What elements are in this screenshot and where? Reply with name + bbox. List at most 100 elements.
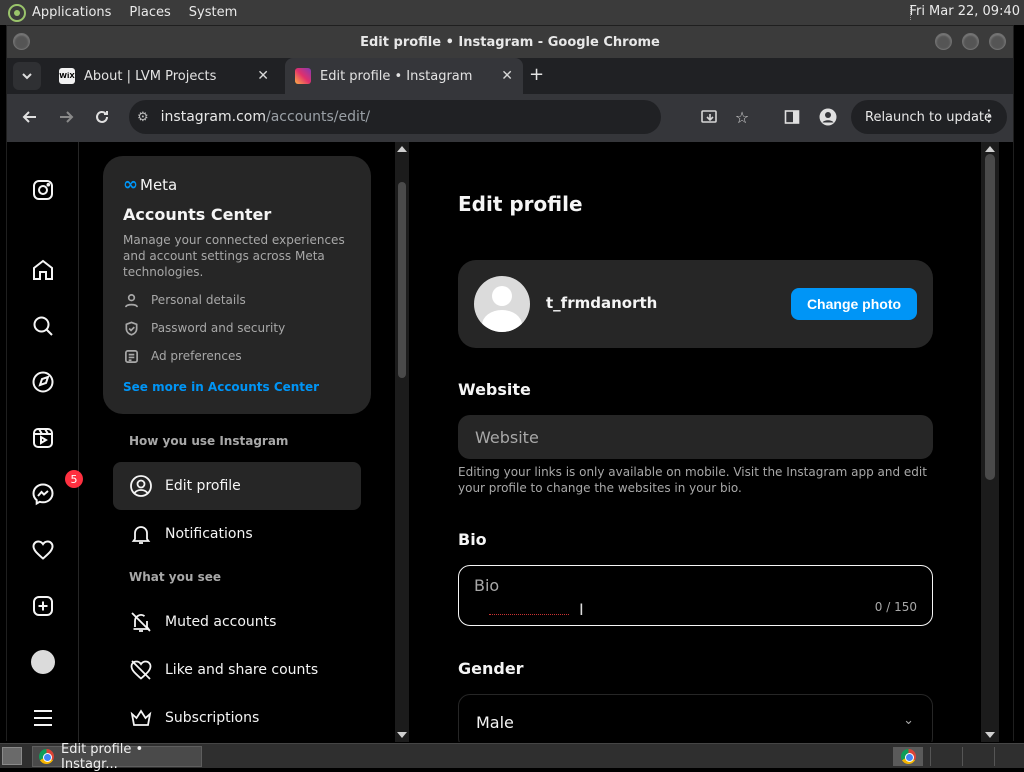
- instagram-logo-icon[interactable]: [29, 176, 57, 204]
- bio-label: Bio: [458, 530, 487, 549]
- menu-muted-accounts[interactable]: Muted accounts: [113, 598, 361, 646]
- password-security-item[interactable]: Password and security: [123, 320, 351, 336]
- window-title: Edit profile • Instagram - Google Chrome: [360, 34, 660, 50]
- tab-edit-profile[interactable]: Edit profile • Instagram ✕: [285, 58, 523, 94]
- page-viewport: 5 ∞ Meta Accounts Center Manage your con…: [7, 142, 1013, 742]
- url-host: instagram.com: [160, 109, 266, 125]
- forward-icon[interactable]: [55, 106, 77, 128]
- explore-icon[interactable]: [29, 368, 57, 396]
- ad-icon: [123, 348, 139, 364]
- back-icon[interactable]: [19, 106, 41, 128]
- settings-scrollbar[interactable]: [395, 142, 409, 742]
- instagram-icon: [295, 68, 311, 84]
- relaunch-label: Relaunch to update: [865, 109, 993, 125]
- page-scrollbar[interactable]: [981, 142, 999, 742]
- website-input[interactable]: [458, 415, 933, 459]
- tab-title: Edit profile • Instagram: [320, 68, 473, 84]
- distro-logo-icon[interactable]: [8, 3, 26, 22]
- spellcheck-underline: [489, 614, 569, 615]
- bio-char-count: 0 / 150: [874, 600, 917, 614]
- chevron-down-icon: ⌄: [903, 713, 914, 728]
- workspace-1[interactable]: [930, 747, 960, 766]
- accounts-center-description: Manage your connected experiences and ac…: [123, 233, 345, 279]
- scroll-up-arrow-icon[interactable]: [397, 146, 407, 152]
- home-icon[interactable]: [29, 256, 57, 284]
- bookmark-star-icon[interactable]: ☆: [731, 106, 753, 128]
- shield-icon: [123, 320, 139, 336]
- change-photo-button[interactable]: Change photo: [791, 288, 917, 320]
- close-window-button[interactable]: [989, 33, 1006, 50]
- bio-textarea[interactable]: Bio I 0 / 150: [458, 565, 933, 626]
- accounts-center-title: Accounts Center: [123, 205, 272, 224]
- gender-label: Gender: [458, 659, 524, 678]
- close-tab-icon[interactable]: ✕: [257, 68, 269, 84]
- messenger-icon[interactable]: 5: [29, 470, 83, 508]
- gender-select[interactable]: Male ⌄: [458, 694, 933, 742]
- chevron-down-icon: [22, 73, 32, 80]
- relaunch-button[interactable]: Relaunch to update ⋮: [851, 100, 1007, 134]
- gender-value: Male: [476, 713, 514, 732]
- wix-icon: WiX: [59, 68, 75, 84]
- tab-strip: WiX About | LVM Projects ✕ Edit profile …: [7, 58, 1013, 94]
- scroll-down-arrow-icon[interactable]: [397, 732, 407, 738]
- menu-system[interactable]: System: [189, 5, 237, 20]
- menu-applications[interactable]: Applications: [32, 5, 111, 20]
- menu-edit-profile[interactable]: Edit profile: [113, 462, 361, 510]
- reels-icon[interactable]: [29, 424, 57, 452]
- create-icon[interactable]: [29, 592, 57, 620]
- workspace-3[interactable]: [994, 747, 1024, 766]
- kebab-menu-icon[interactable]: ⋮: [981, 106, 997, 125]
- heart-off-icon: [130, 660, 152, 680]
- minimize-button[interactable]: [935, 33, 952, 50]
- chrome-icon: [39, 749, 54, 764]
- accounts-center-card[interactable]: ∞ Meta Accounts Center Manage your conne…: [103, 156, 371, 414]
- tab-about-lvm[interactable]: WiX About | LVM Projects ✕: [49, 58, 279, 94]
- new-tab-icon[interactable]: +: [529, 64, 544, 85]
- taskbar-chrome-window[interactable]: Edit profile • Instagr...: [32, 742, 202, 772]
- settings-sidebar: ∞ Meta Accounts Center Manage your conne…: [80, 142, 394, 742]
- window-menu-button[interactable]: [13, 33, 30, 50]
- personal-details-item[interactable]: Personal details: [123, 292, 351, 308]
- maximize-button[interactable]: [962, 33, 979, 50]
- scroll-up-arrow-icon[interactable]: [985, 146, 995, 152]
- side-panel-icon[interactable]: [781, 106, 803, 128]
- edit-profile-form: Edit profile t_frmdanorth Change photo W…: [410, 142, 980, 742]
- text-cursor-icon: I: [579, 600, 584, 619]
- show-desktop-button[interactable]: [2, 747, 22, 765]
- bio-placeholder: Bio: [474, 576, 500, 595]
- menu-notifications[interactable]: Notifications: [113, 510, 361, 558]
- browser-toolbar: ⚙ instagram.com/accounts/edit/ ☆ Relaunc…: [7, 94, 1013, 140]
- menu-icon[interactable]: [29, 704, 57, 732]
- tray-chrome-icon[interactable]: [893, 747, 923, 766]
- menu-subscriptions[interactable]: Subscriptions: [113, 694, 361, 742]
- scroll-down-arrow-icon[interactable]: [985, 732, 995, 738]
- profile-avatar[interactable]: [29, 648, 57, 676]
- profile-photo-avatar[interactable]: [474, 276, 530, 332]
- search-icon[interactable]: [29, 312, 57, 340]
- clock[interactable]: Fri Mar 22, 09:40: [909, 4, 1020, 19]
- tab-title: About | LVM Projects: [84, 68, 217, 84]
- address-bar[interactable]: ⚙ instagram.com/accounts/edit/: [129, 100, 661, 134]
- install-app-icon[interactable]: [699, 106, 721, 128]
- site-info-icon[interactable]: ⚙: [137, 110, 149, 125]
- scrollbar-thumb[interactable]: [985, 154, 995, 480]
- menu-places[interactable]: Places: [129, 5, 170, 20]
- website-label: Website: [458, 380, 531, 399]
- user-circle-icon: [130, 475, 152, 497]
- window-titlebar[interactable]: Edit profile • Instagram - Google Chrome: [7, 26, 1013, 58]
- see-more-accounts-center-link[interactable]: See more in Accounts Center: [123, 380, 351, 394]
- workspace-2[interactable]: [962, 747, 992, 766]
- username: t_frmdanorth: [546, 294, 658, 312]
- website-help-text: Editing your links is only available on …: [458, 465, 927, 495]
- profile-card: t_frmdanorth Change photo: [458, 260, 933, 348]
- heart-icon[interactable]: [29, 536, 57, 564]
- profile-icon[interactable]: [817, 106, 839, 128]
- menu-like-share-counts[interactable]: Like and share counts: [113, 646, 361, 694]
- close-tab-icon[interactable]: ✕: [501, 68, 513, 84]
- scrollbar-thumb[interactable]: [398, 182, 406, 378]
- nav-rail: 5: [7, 142, 83, 742]
- url-path: /accounts/edit/: [266, 109, 371, 125]
- tab-search-button[interactable]: [13, 62, 41, 90]
- reload-icon[interactable]: [91, 106, 113, 128]
- ad-preferences-item[interactable]: Ad preferences: [123, 348, 351, 364]
